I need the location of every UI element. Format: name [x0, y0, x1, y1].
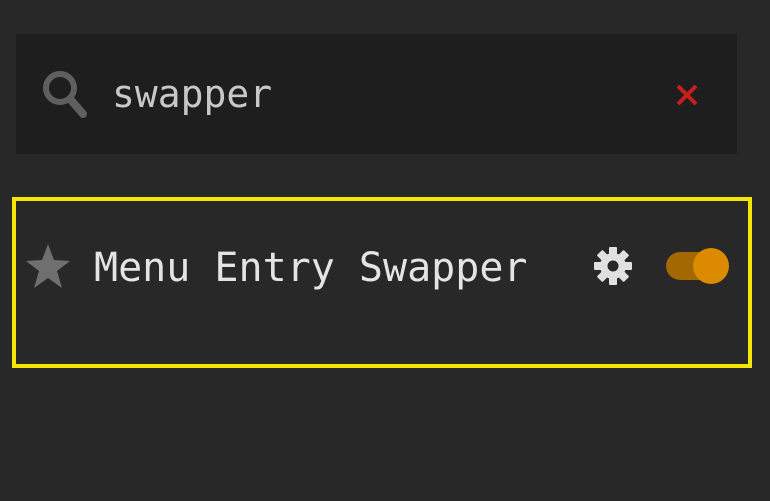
search-icon [43, 71, 87, 118]
clear-search-button[interactable] [670, 78, 704, 112]
toggle-knob [693, 248, 729, 284]
plugin-enabled-toggle[interactable] [664, 246, 730, 286]
plugin-name: Menu Entry Swapper [94, 245, 528, 291]
star-icon[interactable] [24, 240, 72, 294]
close-icon [676, 84, 698, 106]
search-input[interactable] [112, 62, 632, 126]
gear-icon[interactable] [592, 244, 634, 288]
